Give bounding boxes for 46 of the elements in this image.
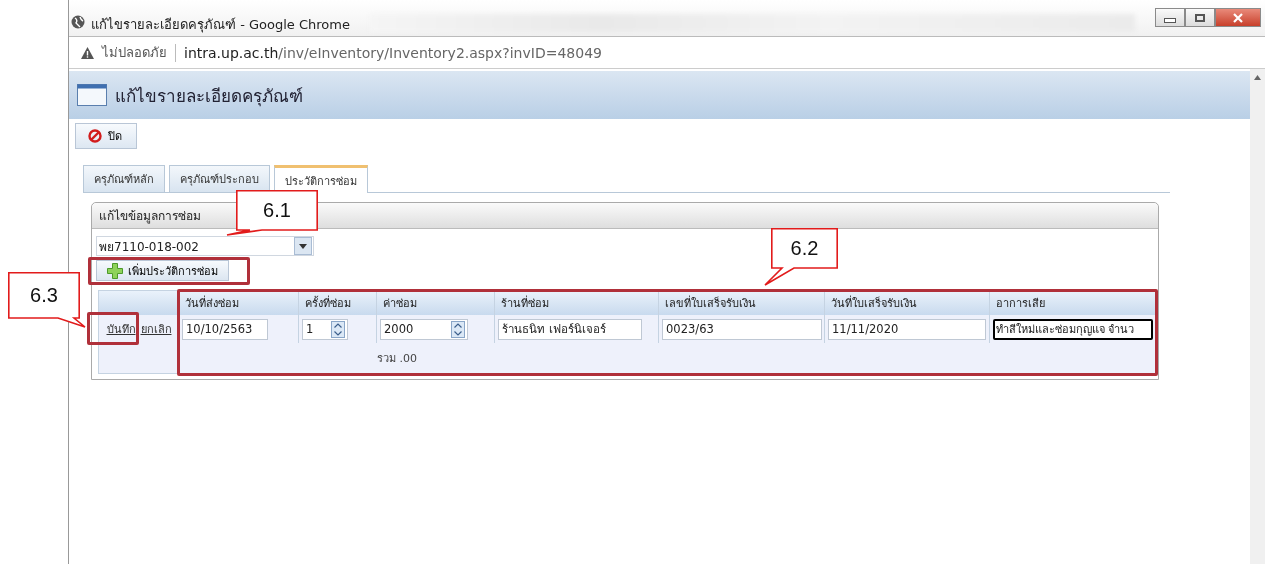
cancel-link[interactable]: ยกเลิก <box>140 320 172 338</box>
callout: 6.3 <box>8 272 86 328</box>
minimize-button[interactable] <box>1155 8 1185 27</box>
input-field[interactable]: ร้านธนิท เฟอร์นิเจอร์ <box>498 318 642 340</box>
column-header: วันที่ส่งซ่อม <box>179 291 299 315</box>
no-entry-icon <box>88 129 102 143</box>
column-header: เลขที่ใบเสร็จรับเงิน <box>659 291 825 315</box>
column-header: ค่าซ่อม <box>377 291 495 315</box>
highlight-frame <box>87 312 139 345</box>
tab[interactable]: ครุภัณฑ์หลัก <box>83 165 165 192</box>
column-header: วันที่ใบเสร็จรับเงิน <box>825 291 990 315</box>
plus-icon <box>107 262 123 279</box>
column-header: ครั้งที่ซ่อม <box>299 291 377 315</box>
input-field[interactable]: ทำสีใหม่และซ่อมกุญแจ จำนว <box>993 318 1153 340</box>
url-field[interactable]: intra.up.ac.th/inv/eInventory/Inventory2.aspx?invID=48049 <box>184 44 602 61</box>
scroll-up-arrow-icon[interactable] <box>1254 75 1261 80</box>
number-field[interactable]: 1 <box>302 318 348 340</box>
caret-icon <box>299 243 307 249</box>
add-repair-button[interactable]: เพิ่มประวัติการซ่อม <box>96 260 229 281</box>
window-icon <box>77 84 107 106</box>
callout: 6.2 <box>764 228 838 286</box>
column-header: ร้านที่ซ่อม <box>495 291 659 315</box>
number-field[interactable]: 2000 <box>380 318 468 340</box>
spinner-icon[interactable] <box>331 320 345 338</box>
maximize-button[interactable] <box>1185 8 1215 27</box>
panel-title: แก้ไขข้อมูลการซ่อม <box>99 208 201 225</box>
scrollbar[interactable] <box>1250 69 1265 564</box>
page-title: แก้ไขรายละเอียดครุภัณฑ์ <box>115 84 303 109</box>
tab[interactable]: ครุภัณฑ์ประกอบ <box>169 165 270 192</box>
input-field[interactable]: 10/10/2563 <box>182 318 268 340</box>
warning-icon <box>81 46 94 59</box>
globe-icon <box>71 15 85 29</box>
close-page-button[interactable]: ปิด <box>75 123 137 149</box>
close-icon <box>1233 12 1243 23</box>
input-field[interactable]: 11/11/2020 <box>828 318 986 340</box>
callout: 6.1 <box>226 190 318 236</box>
security-label[interactable]: ไม่ปลอดภัย <box>102 42 167 63</box>
spinner-icon[interactable] <box>451 320 465 338</box>
input-field[interactable]: 0023/63 <box>662 318 822 340</box>
column-header: อาการเสีย <box>990 291 1156 315</box>
tab[interactable]: ประวัติการซ่อม <box>274 165 368 193</box>
total-text: รวม .00 <box>377 351 417 367</box>
equipment-dropdown[interactable]: พย7110-018-002 <box>96 236 314 256</box>
window-title: แก้ไขรายละเอียดครุภัณฑ์ - Google Chrome <box>91 16 350 35</box>
close-button[interactable] <box>1215 8 1261 27</box>
save-link[interactable]: บันทึก <box>106 320 136 338</box>
